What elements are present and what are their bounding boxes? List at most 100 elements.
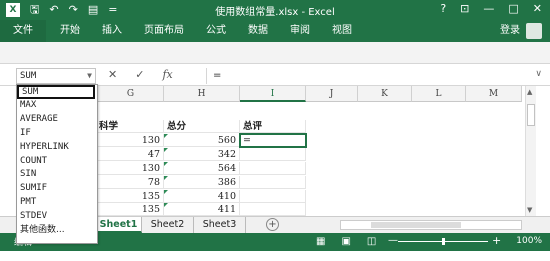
name-box[interactable]: SUM ▼: [16, 68, 96, 84]
function-item-sum[interactable]: SUM: [17, 85, 95, 99]
column-header-m[interactable]: M: [466, 86, 522, 102]
formula-bar-buttons: ✕ ✓ fx: [108, 68, 173, 82]
ribbon-display-options-icon[interactable]: ⊡: [460, 2, 469, 15]
function-item-average[interactable]: AVERAGE: [17, 113, 97, 127]
window-controls: ? ⊡ — □ ✕: [440, 2, 542, 15]
column-header-h[interactable]: H: [164, 86, 240, 102]
table-row-3-i[interactable]: [240, 162, 306, 175]
number-as-text-indicator-icon: [164, 176, 168, 180]
expand-formula-bar-icon[interactable]: ∨: [535, 69, 542, 79]
page-layout-view-icon[interactable]: ▣: [341, 236, 350, 247]
tab-review[interactable]: 审阅: [290, 20, 310, 42]
add-sheet-button[interactable]: +: [266, 218, 279, 231]
cell-g-header[interactable]: 科学: [96, 120, 164, 133]
table-row-2-i[interactable]: [240, 148, 306, 161]
cell-i-header[interactable]: 总评: [240, 120, 306, 133]
tab-formulas[interactable]: 公式: [206, 20, 226, 42]
tab-home[interactable]: 开始: [60, 20, 80, 42]
table-row-4-h-value: 386: [217, 177, 236, 188]
vertical-scroll-thumb[interactable]: [527, 104, 535, 126]
sheet-tab-sheet1[interactable]: Sheet1: [96, 217, 142, 233]
function-item-pmt[interactable]: PMT: [17, 196, 97, 210]
table-row-2-h-value: 342: [217, 149, 236, 160]
name-box-value: SUM: [20, 71, 37, 81]
table-row-4-i[interactable]: [240, 176, 306, 189]
zoom-slider[interactable]: [398, 238, 488, 245]
ribbon-tabs: 开始 插入 页面布局 公式 数据 审阅 视图: [60, 20, 352, 42]
insert-function-icon[interactable]: fx: [162, 68, 172, 82]
number-as-text-indicator-icon: [164, 203, 168, 207]
cell-h-header[interactable]: 总分: [164, 120, 240, 133]
table-row-5-i[interactable]: [240, 190, 306, 203]
formula-input[interactable]: =: [206, 68, 532, 84]
tab-insert[interactable]: 插入: [102, 20, 122, 42]
vertical-scrollbar[interactable]: ▲ ▼: [525, 86, 536, 216]
active-cell-highlight: [239, 133, 307, 148]
function-item-sumif[interactable]: SUMIF: [17, 182, 97, 196]
table-row-4-h[interactable]: 386: [164, 176, 240, 189]
close-button[interactable]: ✕: [533, 2, 542, 15]
page-break-view-icon[interactable]: ◫: [367, 236, 376, 247]
table-row-6-h[interactable]: 411: [164, 203, 240, 216]
table-row-3-h-value: 564: [217, 163, 236, 174]
function-item-sin[interactable]: SIN: [17, 168, 97, 182]
ribbon-tab-bar: 文件 开始 插入 页面布局 公式 数据 审阅 视图 登录: [0, 20, 550, 42]
function-item-more[interactable]: 其他函数...: [17, 224, 97, 238]
function-item-count[interactable]: COUNT: [17, 155, 97, 169]
function-item-max[interactable]: MAX: [17, 99, 97, 113]
normal-view-icon[interactable]: ▦: [316, 236, 325, 247]
avatar[interactable]: [526, 23, 542, 39]
zoom-out-button[interactable]: —: [388, 235, 398, 246]
ribbon-collapsed-area: [0, 42, 550, 64]
tab-page-layout[interactable]: 页面布局: [144, 20, 184, 42]
number-as-text-indicator-icon: [164, 148, 168, 152]
minimize-button[interactable]: —: [483, 2, 494, 15]
title-bar: X 🖫 ↶ ↷ ▤ = 使用数组常量.xlsx - Excel ? ⊡ — □ …: [0, 0, 550, 20]
column-header-k[interactable]: K: [358, 86, 412, 102]
table-row-1-g[interactable]: 130: [98, 134, 164, 147]
zoom-in-button[interactable]: +: [492, 234, 501, 247]
sheet-tab-sheet3[interactable]: Sheet3: [194, 217, 246, 233]
table-row-3-h[interactable]: 564: [164, 162, 240, 175]
formula-bar: SUM ▼ ✕ ✓ fx = ∨: [0, 64, 550, 86]
table-row-2-h[interactable]: 342: [164, 148, 240, 161]
scroll-up-icon[interactable]: ▲: [527, 88, 532, 96]
table-row-1-h[interactable]: 560: [164, 134, 240, 147]
help-icon[interactable]: ?: [440, 2, 446, 15]
tab-view[interactable]: 视图: [332, 20, 352, 42]
sign-in-link[interactable]: 登录: [500, 20, 520, 42]
tab-file[interactable]: 文件: [0, 20, 46, 42]
table-row-5-g[interactable]: 135: [98, 190, 164, 203]
function-item-stdev[interactable]: STDEV: [17, 210, 97, 224]
number-as-text-indicator-icon: [164, 134, 168, 138]
scroll-down-icon[interactable]: ▼: [527, 206, 532, 214]
zoom-slider-knob[interactable]: [442, 238, 445, 245]
table-row-4-g[interactable]: 78: [98, 176, 164, 189]
tab-data[interactable]: 数据: [248, 20, 268, 42]
table-row-6-i[interactable]: [240, 203, 306, 216]
view-buttons: ▦ ▣ ◫: [316, 236, 376, 247]
sheet-tab-sheet2[interactable]: Sheet2: [142, 217, 194, 233]
horizontal-scrollbar[interactable]: [340, 220, 522, 230]
column-header-j[interactable]: J: [306, 86, 358, 102]
table-row-2-g[interactable]: 47: [98, 148, 164, 161]
maximize-button[interactable]: □: [508, 2, 518, 15]
function-item-hyperlink[interactable]: HYPERLINK: [17, 141, 97, 155]
enter-icon[interactable]: ✓: [135, 68, 144, 82]
table-row-3-g[interactable]: 130: [98, 162, 164, 175]
horizontal-scroll-thumb[interactable]: [371, 222, 461, 228]
table-row-5-h-value: 410: [217, 191, 236, 202]
number-as-text-indicator-icon: [164, 190, 168, 194]
column-header-g[interactable]: G: [98, 86, 164, 102]
table-row-6-h-value: 411: [217, 204, 236, 215]
zoom-level[interactable]: 100%: [516, 236, 542, 246]
function-item-if[interactable]: IF: [17, 127, 97, 141]
table-row-5-h[interactable]: 410: [164, 190, 240, 203]
number-as-text-indicator-icon: [164, 162, 168, 166]
column-header-i[interactable]: I: [240, 86, 306, 102]
cancel-icon[interactable]: ✕: [108, 68, 117, 82]
table-row-6-g[interactable]: 135: [98, 203, 164, 216]
column-header-l[interactable]: L: [412, 86, 466, 102]
function-dropdown-list[interactable]: SUM MAX AVERAGE IF HYPERLINK COUNT SIN S…: [16, 84, 98, 244]
chevron-down-icon[interactable]: ▼: [87, 69, 92, 83]
